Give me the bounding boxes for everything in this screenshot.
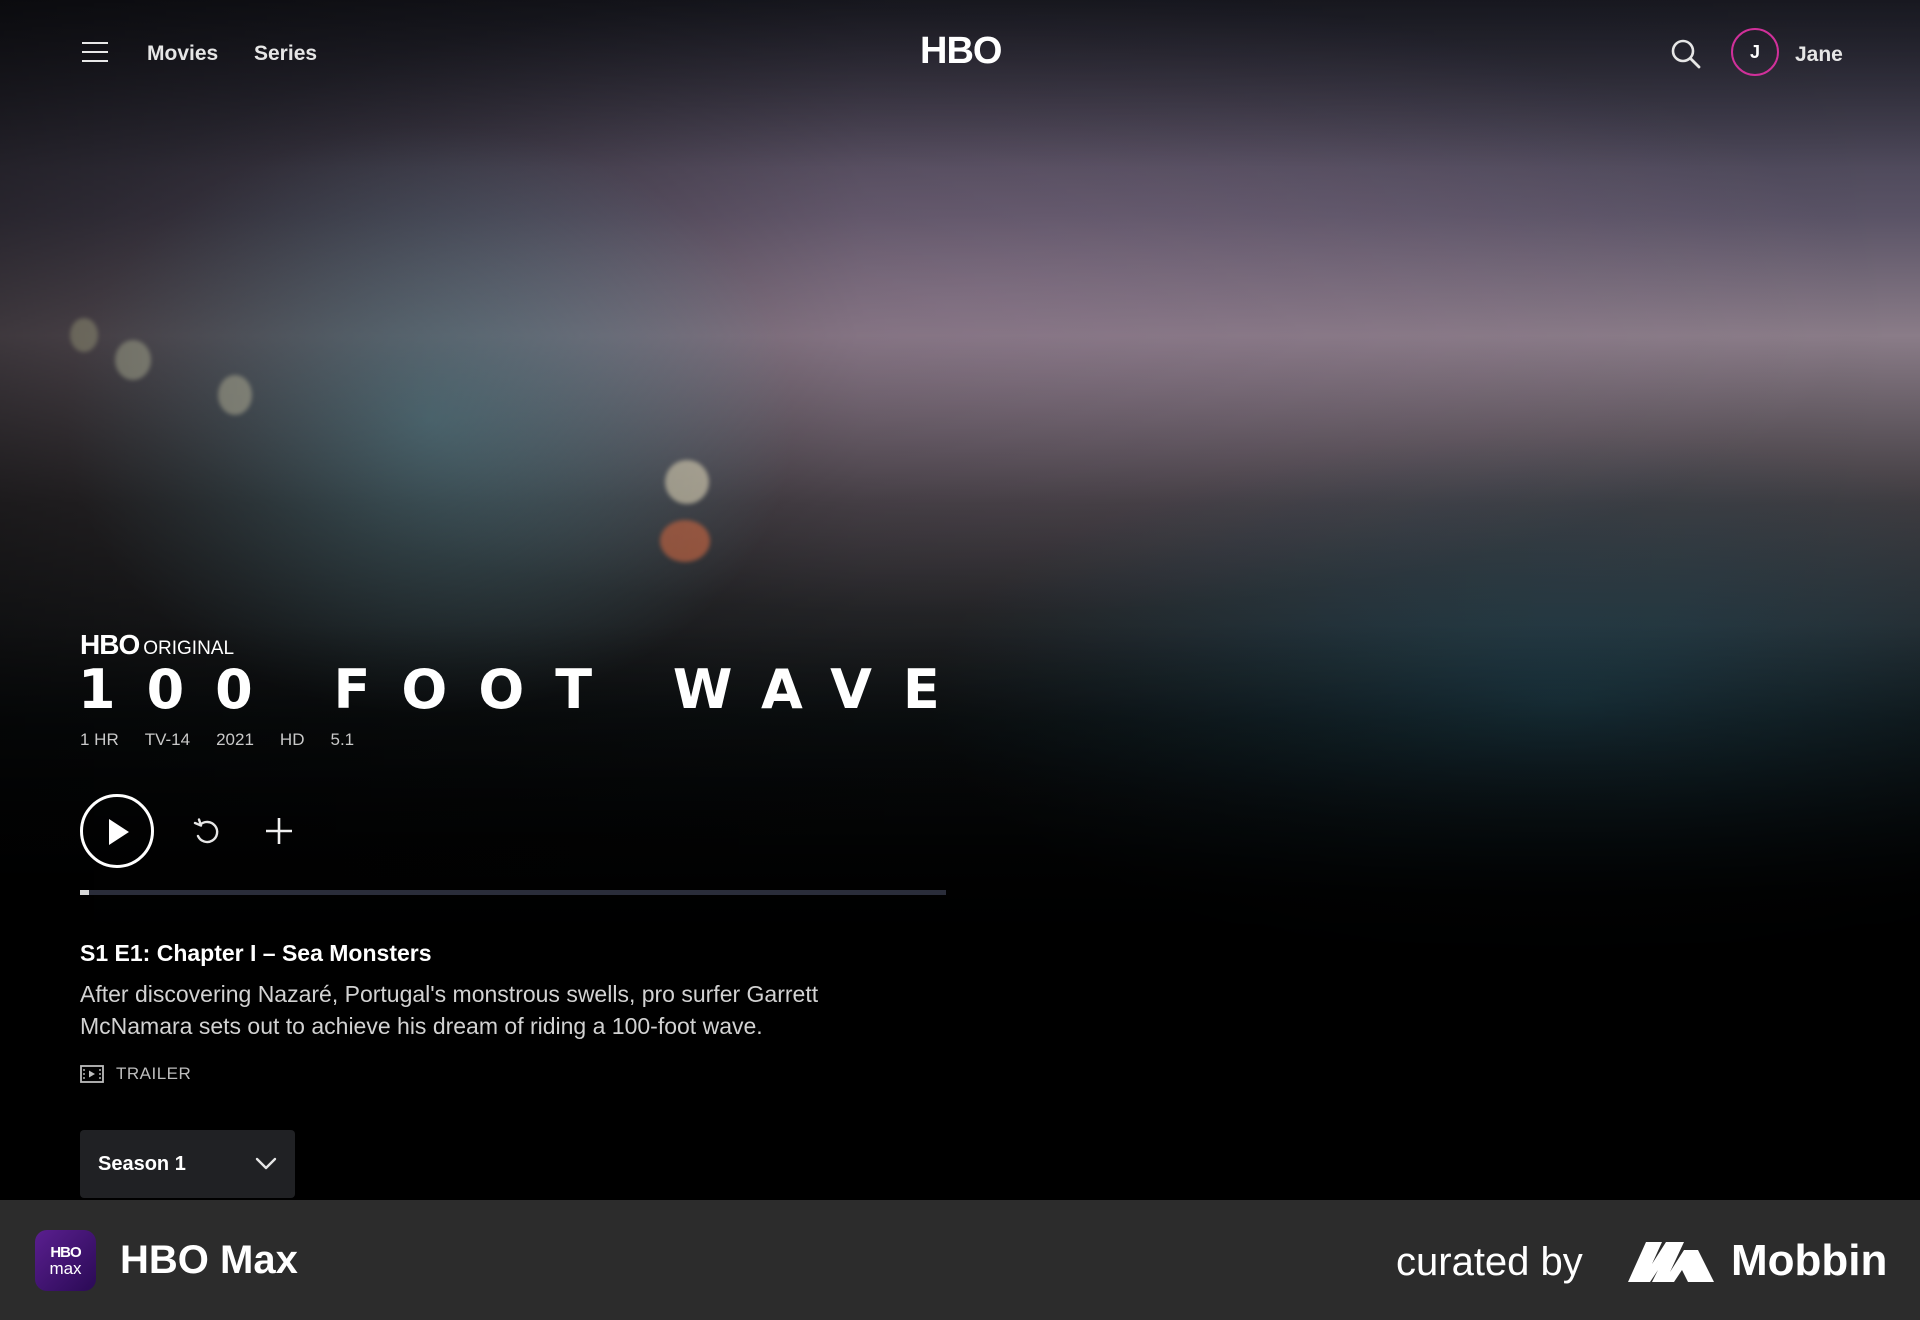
season-dropdown[interactable]: Season 1 <box>80 1130 295 1198</box>
curated-by-label: curated by <box>1396 1240 1583 1284</box>
hbo-max-app-icon: HBO max <box>35 1230 96 1291</box>
meta-quality: HD <box>279 730 305 749</box>
play-button[interactable] <box>80 794 154 868</box>
meta-duration: 1 HR <box>80 730 119 749</box>
play-icon <box>109 819 129 845</box>
nav-link-series[interactable]: Series <box>254 42 317 66</box>
show-title: 100 FOOT WAVE <box>78 658 971 721</box>
top-navigation: Movies Series HBO J Jane <box>0 0 1920 108</box>
chevron-down-icon <box>255 1157 277 1170</box>
restart-icon <box>193 818 219 844</box>
badge-text: ORIGINAL <box>143 638 235 659</box>
footer-bar: HBO max HBO Max curated by Mobbin <box>0 1200 1920 1320</box>
watch-progress-fill <box>80 890 89 895</box>
meta-rating: TV-14 <box>144 730 191 749</box>
avatar[interactable]: J <box>1731 28 1779 76</box>
trailer-icon <box>80 1065 104 1083</box>
trailer-label: TRAILER <box>116 1064 192 1083</box>
plus-icon <box>266 818 292 844</box>
hbo-logo[interactable]: HBO <box>920 30 1002 73</box>
restart-button[interactable] <box>191 816 223 848</box>
mobbin-logo-icon <box>1628 1242 1714 1282</box>
hamburger-menu-icon[interactable] <box>82 42 108 64</box>
trailer-link[interactable]: TRAILER <box>80 1064 191 1084</box>
mobbin-wordmark: Mobbin <box>1731 1236 1888 1285</box>
nav-link-movies[interactable]: Movies <box>147 42 218 66</box>
meta-audio: 5.1 <box>330 730 355 749</box>
show-meta: 1 HR TV-14 2021 HD 5.1 <box>80 730 354 750</box>
add-to-list-button[interactable] <box>263 815 295 847</box>
watch-progress-bar[interactable] <box>80 890 946 895</box>
meta-year: 2021 <box>216 730 254 749</box>
app-name: HBO Max <box>120 1238 298 1282</box>
episode-title[interactable]: S1 E1: Chapter I – Sea Monsters <box>80 940 432 967</box>
hbo-original-badge: HBO ORIGINAL <box>80 629 234 661</box>
badge-brand: HBO <box>80 629 140 660</box>
username[interactable]: Jane <box>1795 43 1843 67</box>
app-icon-line2: max <box>49 1258 82 1278</box>
search-icon[interactable] <box>1670 38 1702 70</box>
season-selected-value: Season 1 <box>98 1152 186 1175</box>
episode-description: After discovering Nazaré, Portugal's mon… <box>80 981 819 1039</box>
